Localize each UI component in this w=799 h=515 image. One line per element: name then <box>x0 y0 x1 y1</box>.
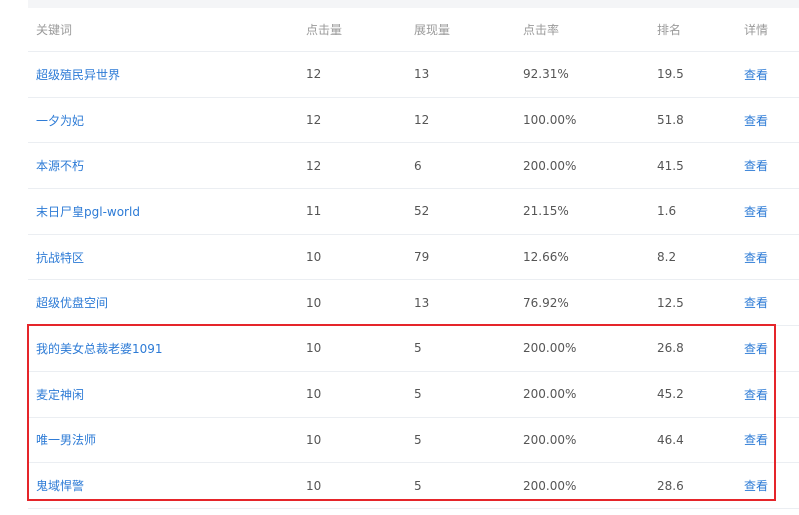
view-detail-link[interactable]: 查看 <box>744 52 768 97</box>
table-row: 抗战特区 10 79 12.66% 8.2 查看 <box>28 235 799 281</box>
impressions-value: 5 <box>414 341 422 356</box>
ctr-value: 12.66% <box>523 250 569 265</box>
ctr-value: 92.31% <box>523 67 569 82</box>
clicks-value: 10 <box>306 432 322 447</box>
clicks-value: 10 <box>306 295 322 310</box>
ctr-value: 200.00% <box>523 158 577 173</box>
keyword-link[interactable]: 一夕为妃 <box>36 98 84 143</box>
clicks-value: 12 <box>306 158 322 173</box>
view-detail-link[interactable]: 查看 <box>744 235 768 280</box>
keyword-link[interactable]: 我的美女总裁老婆1091 <box>36 326 163 371</box>
header-ctr: 点击率 <box>523 23 560 37</box>
impressions-value: 5 <box>414 478 422 493</box>
view-detail-link[interactable]: 查看 <box>744 98 768 143</box>
table-row: 麦定神闲 10 5 200.00% 45.2 查看 <box>28 372 799 418</box>
clicks-value: 10 <box>306 387 322 402</box>
impressions-value: 79 <box>414 250 430 265</box>
clicks-value: 10 <box>306 478 322 493</box>
keyword-link[interactable]: 麦定神闲 <box>36 372 84 417</box>
keyword-link[interactable]: 抗战特区 <box>36 235 84 280</box>
impressions-value: 13 <box>414 67 430 82</box>
table-row: 唯一男法师 10 5 200.00% 46.4 查看 <box>28 418 799 464</box>
header-detail: 详情 <box>744 23 769 37</box>
rank-value: 41.5 <box>657 158 684 173</box>
rank-value: 28.6 <box>657 478 684 493</box>
header-impressions: 展现量 <box>414 23 451 37</box>
ctr-value: 200.00% <box>523 432 577 447</box>
header-rank: 排名 <box>657 23 682 37</box>
clicks-value: 12 <box>306 67 322 82</box>
table-header-row: 关键词 点击量 展现量 点击率 排名 详情 <box>28 8 799 52</box>
rank-value: 8.2 <box>657 250 677 265</box>
view-detail-link[interactable]: 查看 <box>744 280 768 325</box>
ctr-value: 200.00% <box>523 478 577 493</box>
keyword-table: 关键词 点击量 展现量 点击率 排名 详情 超级殖民异世界 12 13 92.3… <box>28 8 799 509</box>
view-detail-link[interactable]: 查看 <box>744 463 768 508</box>
ctr-value: 76.92% <box>523 295 569 310</box>
impressions-value: 6 <box>414 158 422 173</box>
table-row: 我的美女总裁老婆1091 10 5 200.00% 26.8 查看 <box>28 326 799 372</box>
clicks-value: 10 <box>306 341 322 356</box>
table-row: 鬼域悍警 10 5 200.00% 28.6 查看 <box>28 463 799 509</box>
header-clicks: 点击量 <box>306 23 343 37</box>
table-row: 末日尸皇pgl-world 11 52 21.15% 1.6 查看 <box>28 189 799 235</box>
rank-value: 45.2 <box>657 387 684 402</box>
view-detail-link[interactable]: 查看 <box>744 418 768 463</box>
impressions-value: 5 <box>414 432 422 447</box>
ctr-value: 200.00% <box>523 387 577 402</box>
keyword-link[interactable]: 超级优盘空间 <box>36 280 108 325</box>
keyword-link[interactable]: 唯一男法师 <box>36 418 96 463</box>
rank-value: 26.8 <box>657 341 684 356</box>
rank-value: 1.6 <box>657 204 677 219</box>
impressions-value: 5 <box>414 387 422 402</box>
rank-value: 19.5 <box>657 67 684 82</box>
clicks-value: 10 <box>306 250 322 265</box>
table-row: 超级殖民异世界 12 13 92.31% 19.5 查看 <box>28 52 799 98</box>
impressions-value: 12 <box>414 113 430 128</box>
view-detail-link[interactable]: 查看 <box>744 326 768 371</box>
top-strip <box>28 0 799 8</box>
header-keyword: 关键词 <box>36 23 73 37</box>
ctr-value: 200.00% <box>523 341 577 356</box>
impressions-value: 52 <box>414 204 430 219</box>
table-row: 超级优盘空间 10 13 76.92% 12.5 查看 <box>28 280 799 327</box>
table-row: 本源不朽 12 6 200.00% 41.5 查看 <box>28 143 799 190</box>
view-detail-link[interactable]: 查看 <box>744 372 768 417</box>
impressions-value: 13 <box>414 295 430 310</box>
table-row: 一夕为妃 12 12 100.00% 51.8 查看 <box>28 98 799 144</box>
ctr-value: 100.00% <box>523 113 577 128</box>
view-detail-link[interactable]: 查看 <box>744 189 768 234</box>
rank-value: 12.5 <box>657 295 684 310</box>
rank-value: 46.4 <box>657 432 684 447</box>
clicks-value: 12 <box>306 113 322 128</box>
clicks-value: 11 <box>306 204 322 219</box>
keyword-link[interactable]: 本源不朽 <box>36 143 84 188</box>
view-detail-link[interactable]: 查看 <box>744 143 768 188</box>
ctr-value: 21.15% <box>523 204 569 219</box>
rank-value: 51.8 <box>657 113 684 128</box>
keyword-link[interactable]: 超级殖民异世界 <box>36 52 120 97</box>
keyword-link[interactable]: 末日尸皇pgl-world <box>36 189 140 234</box>
keyword-link[interactable]: 鬼域悍警 <box>36 463 84 508</box>
